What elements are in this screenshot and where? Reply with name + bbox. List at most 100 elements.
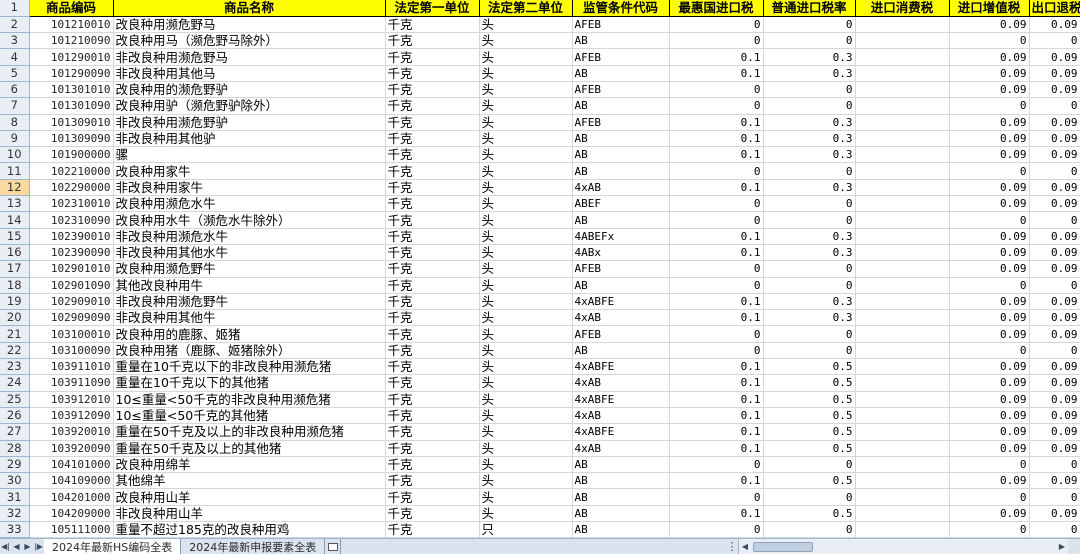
cell-vat[interactable]: 0.09 — [949, 146, 1030, 164]
table-row[interactable]: 19 102909010 非改良种用濒危野牛 千克头 4xABFE 0.1 0.3 0.09 0… — [0, 293, 1080, 311]
table-row[interactable]: 17 102901010 改良种用濒危野牛 千克头 AFEB 0 0 0.09 0.09 — [0, 260, 1080, 278]
cell-code[interactable]: 102310090 — [29, 211, 114, 229]
cell-vat[interactable]: 0.09 — [949, 472, 1030, 490]
cell-export-rebate[interactable]: 0.09 — [1029, 293, 1080, 311]
cell-general-tariff[interactable]: 0.5 — [763, 407, 856, 425]
cell-unit1[interactable]: 千克 — [385, 407, 480, 425]
cell-unit2[interactable]: 头 — [479, 81, 573, 99]
cell-name[interactable]: 非改良种用山羊 — [113, 505, 386, 523]
row-number[interactable]: 12 — [0, 179, 30, 197]
cell-export-rebate[interactable]: 0.09 — [1029, 423, 1080, 441]
cell-code[interactable]: 103912010 — [29, 391, 114, 408]
cell-code[interactable]: 102901090 — [29, 277, 114, 294]
cell-condition[interactable]: AFEB — [572, 260, 670, 278]
cell-condition[interactable]: AB — [572, 65, 670, 82]
cell-mfn-tariff[interactable]: 0.1 — [669, 114, 764, 131]
row-number[interactable]: 2 — [0, 16, 30, 34]
cell-name[interactable]: 非改良种用其他马 — [113, 65, 386, 82]
cell-code[interactable]: 101290090 — [29, 65, 114, 82]
column-header-vat[interactable]: 进口增值税 — [949, 0, 1030, 17]
table-row[interactable]: 5 101290090 非改良种用其他马 千克头 AB 0.1 0.3 0.09 0.09 — [0, 65, 1080, 82]
cell-vat[interactable]: 0.09 — [949, 130, 1030, 148]
cell-export-rebate[interactable]: 0.09 — [1029, 81, 1080, 99]
cell-unit1[interactable]: 千克 — [385, 440, 480, 457]
cell-unit1[interactable]: 千克 — [385, 32, 480, 50]
cell-condition[interactable]: 4xAB — [572, 179, 670, 197]
cell-condition[interactable]: AB — [572, 211, 670, 229]
cell-general-tariff[interactable]: 0 — [763, 32, 856, 50]
cell-mfn-tariff[interactable]: 0 — [669, 488, 764, 506]
cell-general-tariff[interactable]: 0.3 — [763, 146, 856, 164]
cell-consumption-tax[interactable] — [855, 146, 950, 164]
cell-unit1[interactable]: 千克 — [385, 325, 480, 343]
cell-name[interactable]: 改良种用猪（鹿豚、姬猪除外） — [113, 342, 386, 360]
cell-consumption-tax[interactable] — [855, 260, 950, 278]
cell-code[interactable]: 102390090 — [29, 244, 114, 262]
cell-general-tariff[interactable]: 0 — [763, 211, 856, 229]
cell-consumption-tax[interactable] — [855, 97, 950, 115]
cell-code[interactable]: 102290000 — [29, 179, 114, 197]
cell-unit1[interactable]: 千克 — [385, 130, 480, 148]
cell-export-rebate[interactable]: 0 — [1029, 277, 1080, 294]
cell-general-tariff[interactable]: 0.5 — [763, 423, 856, 441]
table-row[interactable]: 2 101210010 改良种用濒危野马 千克头 AFEB 0 0 0.09 0.09 — [0, 16, 1080, 34]
cell-mfn-tariff[interactable]: 0.1 — [669, 130, 764, 148]
cell-mfn-tariff[interactable]: 0.1 — [669, 293, 764, 311]
row-number[interactable]: 19 — [0, 293, 30, 311]
cell-vat[interactable]: 0.09 — [949, 423, 1030, 441]
column-header-unit1[interactable]: 法定第一单位 — [385, 0, 480, 17]
cell-consumption-tax[interactable] — [855, 391, 950, 408]
cell-condition[interactable]: AB — [572, 277, 670, 294]
cell-unit1[interactable]: 千克 — [385, 97, 480, 115]
table-row[interactable]: 32 104209000 非改良种用山羊 千克头 AB 0.1 0.5 0.09 0.09 — [0, 505, 1080, 523]
cell-unit2[interactable]: 头 — [479, 32, 573, 50]
cell-export-rebate[interactable]: 0.09 — [1029, 16, 1080, 34]
cell-mfn-tariff[interactable]: 0 — [669, 456, 764, 474]
cell-consumption-tax[interactable] — [855, 488, 950, 506]
cell-mfn-tariff[interactable]: 0 — [669, 325, 764, 343]
cell-consumption-tax[interactable] — [855, 358, 950, 376]
cell-name[interactable]: 改良种用山羊 — [113, 488, 386, 506]
cell-condition[interactable]: ABEF — [572, 195, 670, 213]
cell-unit1[interactable]: 千克 — [385, 342, 480, 360]
cell-vat[interactable]: 0.09 — [949, 16, 1030, 34]
cell-code[interactable]: 102390010 — [29, 228, 114, 245]
row-number[interactable]: 20 — [0, 309, 30, 327]
cell-vat[interactable]: 0.09 — [949, 260, 1030, 278]
cell-unit1[interactable]: 千克 — [385, 293, 480, 311]
cell-unit1[interactable]: 千克 — [385, 48, 480, 66]
cell-general-tariff[interactable]: 0.3 — [763, 48, 856, 66]
cell-general-tariff[interactable]: 0.3 — [763, 309, 856, 327]
cell-mfn-tariff[interactable]: 0.1 — [669, 65, 764, 82]
cell-mfn-tariff[interactable]: 0 — [669, 81, 764, 99]
row-number[interactable]: 27 — [0, 423, 30, 441]
cell-export-rebate[interactable]: 0 — [1029, 211, 1080, 229]
cell-mfn-tariff[interactable]: 0.1 — [669, 391, 764, 408]
table-row[interactable]: 8 101309010 非改良种用濒危野驴 千克头 AFEB 0.1 0.3 0.09 0.09 — [0, 114, 1080, 131]
column-header-name[interactable]: 商品名称 — [113, 0, 386, 17]
cell-unit1[interactable]: 千克 — [385, 309, 480, 327]
cell-name[interactable]: 重量不超过185克的改良种用鸡 — [113, 521, 386, 538]
cell-condition[interactable]: 4xAB — [572, 407, 670, 425]
cell-code[interactable]: 104101000 — [29, 456, 114, 474]
cell-unit1[interactable]: 千克 — [385, 228, 480, 245]
cell-code[interactable]: 103920090 — [29, 440, 114, 457]
cell-general-tariff[interactable]: 0.5 — [763, 374, 856, 392]
cell-consumption-tax[interactable] — [855, 65, 950, 82]
cell-mfn-tariff[interactable]: 0.1 — [669, 228, 764, 245]
row-number[interactable]: 22 — [0, 342, 30, 360]
cell-mfn-tariff[interactable]: 0 — [669, 32, 764, 50]
cell-vat[interactable]: 0.09 — [949, 195, 1030, 213]
cell-code[interactable]: 104201000 — [29, 488, 114, 506]
row-number[interactable]: 15 — [0, 228, 30, 245]
cell-condition[interactable]: AFEB — [572, 325, 670, 343]
cell-code[interactable]: 102210000 — [29, 162, 114, 180]
cell-name[interactable]: 非改良种用濒危野驴 — [113, 114, 386, 131]
cell-general-tariff[interactable]: 0.5 — [763, 440, 856, 457]
row-number[interactable]: 17 — [0, 260, 30, 278]
row-number[interactable]: 16 — [0, 244, 30, 262]
row-number[interactable]: 7 — [0, 97, 30, 115]
cell-unit1[interactable]: 千克 — [385, 114, 480, 131]
cell-name[interactable]: 其他改良种用牛 — [113, 277, 386, 294]
cell-unit2[interactable]: 头 — [479, 488, 573, 506]
